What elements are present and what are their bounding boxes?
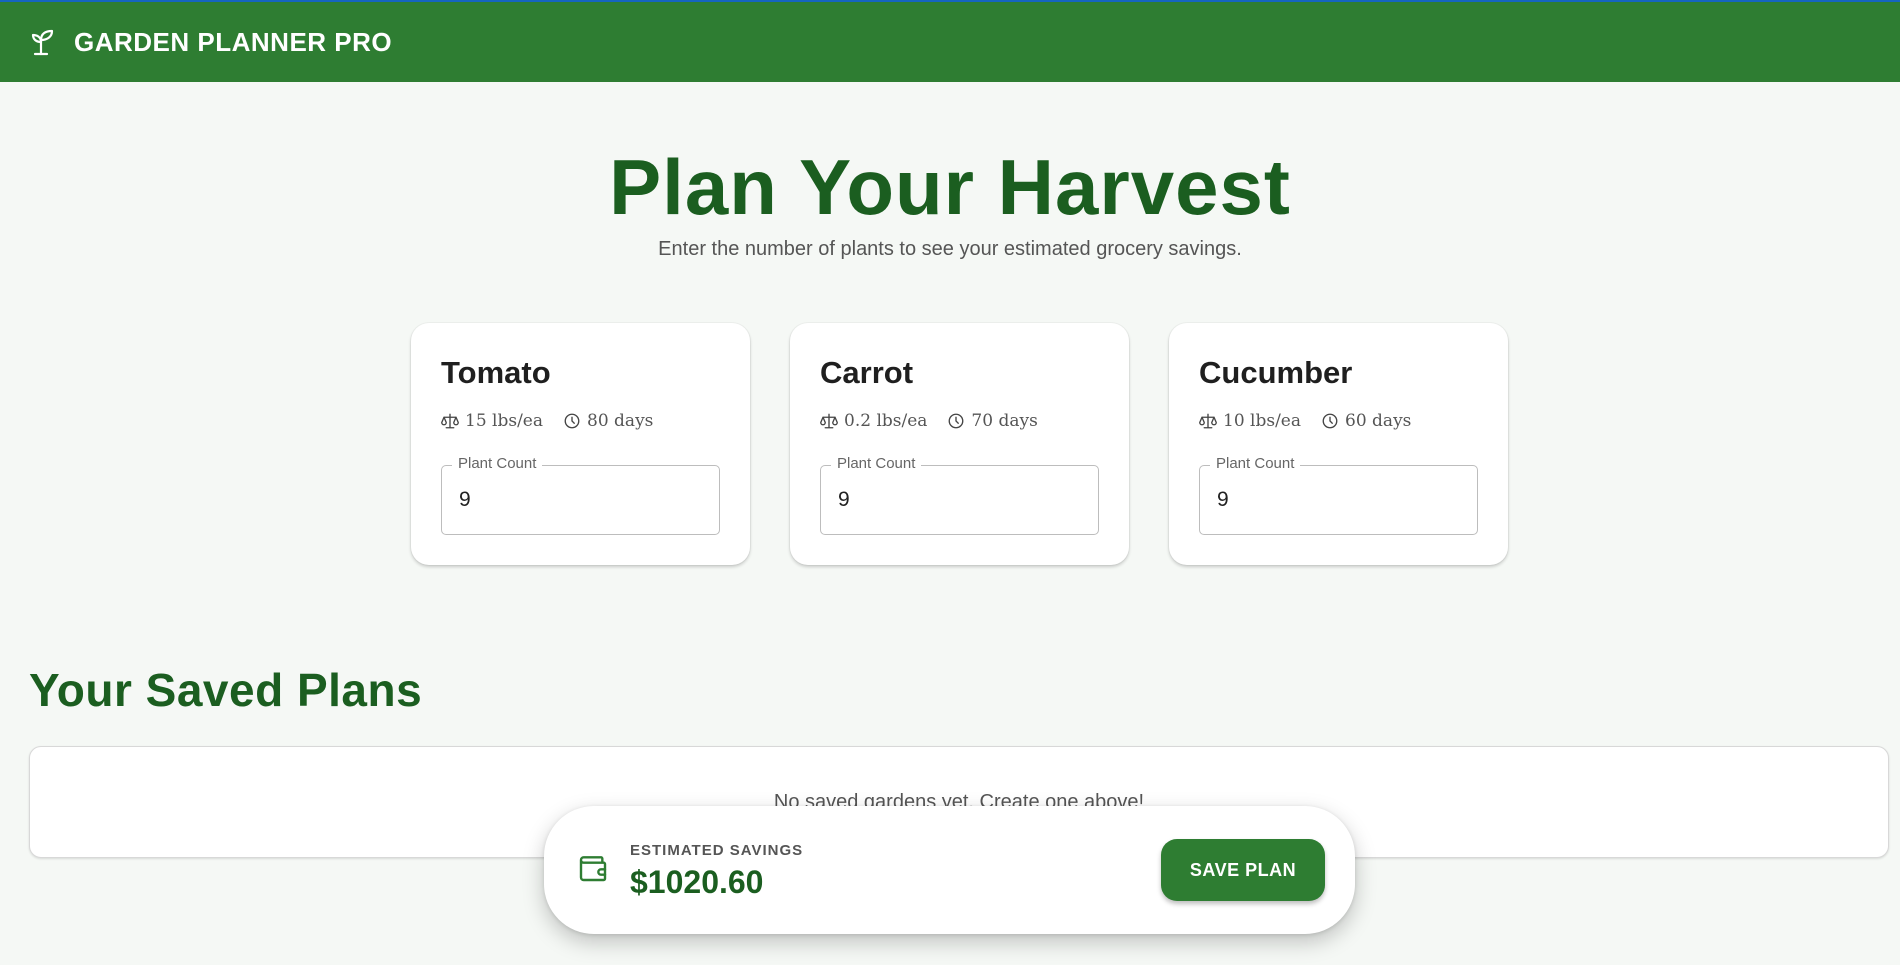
yield-info: 15 lbs/ea (441, 411, 543, 431)
plant-name: Cucumber (1199, 355, 1353, 390)
plant-count-input[interactable]: 9 (838, 488, 850, 512)
page-title: Plan Your Harvest (609, 143, 1291, 231)
scale-icon (1199, 413, 1217, 429)
sprout-icon (30, 28, 58, 56)
clock-icon (564, 413, 580, 429)
save-plan-button[interactable]: SAVE PLAN (1161, 839, 1325, 901)
plant-count-field[interactable]: Plant Count 9 (820, 455, 1099, 535)
plant-name: Carrot (820, 355, 914, 390)
savings-bar: ESTIMATED SAVINGS $1020.60 SAVE PLAN (544, 806, 1355, 934)
plant-count-input[interactable]: 9 (1217, 488, 1229, 512)
page-subtitle: Enter the number of plants to see your e… (658, 238, 1242, 260)
days-text: 60 days (1345, 411, 1412, 431)
yield-text: 15 lbs/ea (465, 411, 544, 431)
days-text: 70 days (971, 411, 1038, 431)
app-bar: GARDEN PLANNER PRO (0, 0, 1900, 82)
days-info: 70 days (947, 411, 1038, 431)
days-text: 80 days (587, 411, 654, 431)
field-label: Plant Count (1210, 455, 1301, 472)
plant-meta: 10 lbs/ea 60 days (1199, 411, 1478, 431)
plant-card-cucumber: Cucumber 10 lbs/ea 60 days Plant Count 9 (1169, 323, 1508, 565)
clock-icon (1322, 413, 1338, 429)
app-title: GARDEN PLANNER PRO (74, 26, 393, 57)
days-info: 60 days (1321, 411, 1411, 431)
yield-text: 10 lbs/ea (1223, 411, 1302, 431)
yield-info: 0.2 lbs/ea (820, 411, 927, 431)
clock-icon (948, 413, 964, 429)
plant-cards: Tomato 15 lbs/ea 80 days Plant Count 9 C… (411, 323, 1508, 565)
plant-count-field[interactable]: Plant Count 9 (1199, 455, 1478, 535)
plant-meta: 15 lbs/ea 80 days (441, 411, 720, 431)
field-label: Plant Count (452, 455, 543, 472)
estimated-savings-amount: $1020.60 (630, 864, 764, 900)
yield-text: 0.2 lbs/ea (844, 411, 928, 431)
plant-card-carrot: Carrot 0.2 lbs/ea 70 days Plant Count 9 (790, 323, 1129, 565)
days-info: 80 days (563, 411, 653, 431)
wallet-icon (577, 852, 609, 889)
plant-card-tomato: Tomato 15 lbs/ea 80 days Plant Count 9 (411, 323, 750, 565)
plant-count-input[interactable]: 9 (459, 488, 471, 512)
scale-icon (820, 413, 838, 429)
yield-info: 10 lbs/ea (1199, 411, 1301, 431)
saved-plans-title: Your Saved Plans (29, 664, 423, 716)
plant-name: Tomato (441, 355, 551, 390)
estimated-savings-label: ESTIMATED SAVINGS (630, 842, 804, 859)
scale-icon (441, 413, 459, 429)
field-label: Plant Count (831, 455, 922, 472)
plant-meta: 0.2 lbs/ea 70 days (820, 411, 1099, 431)
plant-count-field[interactable]: Plant Count 9 (441, 455, 720, 535)
